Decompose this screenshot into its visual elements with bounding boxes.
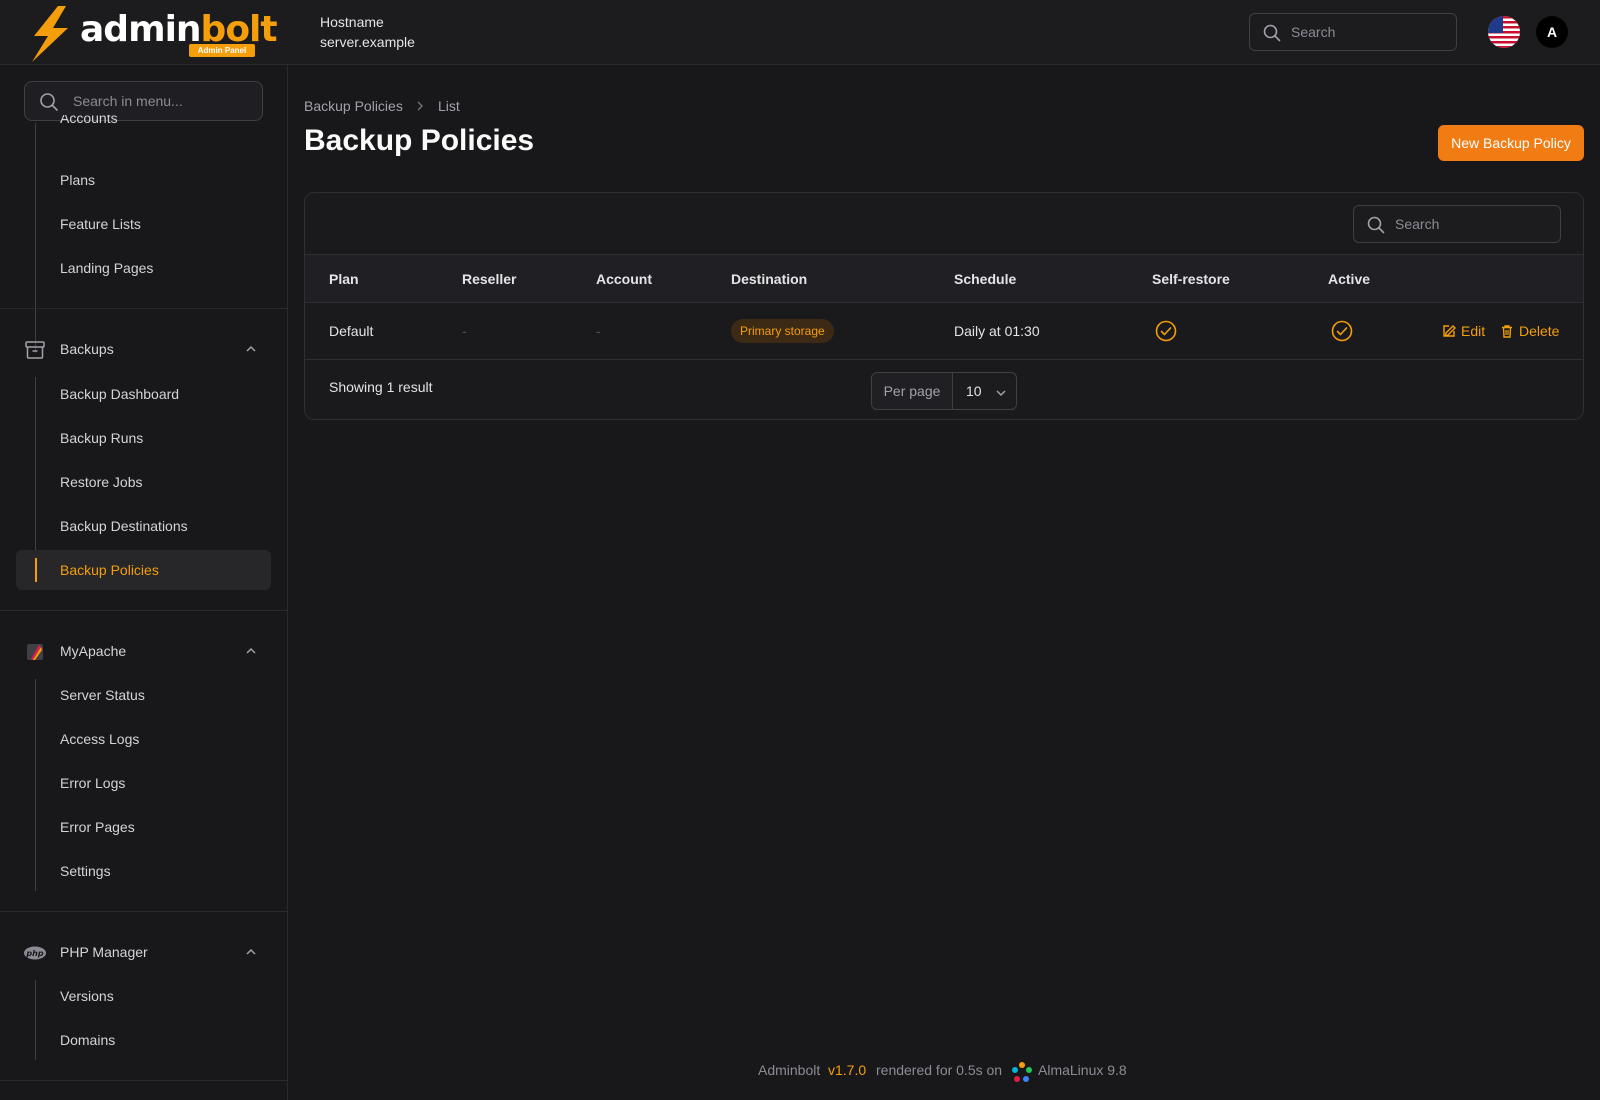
chevron-up-icon[interactable] xyxy=(245,343,257,355)
column-header-active[interactable]: Active xyxy=(1328,255,1370,303)
sidebar-item-label: Accounts xyxy=(60,115,118,126)
sidebar-item-versions[interactable]: Versions xyxy=(16,976,271,1016)
edit-icon xyxy=(1443,325,1456,337)
breadcrumb-link[interactable]: Backup Policies xyxy=(304,98,403,114)
us-flag-icon[interactable] xyxy=(1488,16,1520,48)
apache-feather-icon xyxy=(27,644,43,660)
check-circle-icon xyxy=(1331,320,1353,342)
sidebar-item-settings[interactable]: Settings xyxy=(16,851,271,891)
sidebar-item-feature-lists[interactable]: Feature Lists xyxy=(16,204,271,244)
column-header-account[interactable]: Account xyxy=(596,255,652,303)
check-circle-icon xyxy=(1155,320,1177,342)
sidebar-item-error-logs[interactable]: Error Logs xyxy=(16,763,271,803)
archive-icon xyxy=(25,341,45,359)
sidebar-item-restore-jobs[interactable]: Restore Jobs xyxy=(16,462,271,502)
table-row[interactable]: Default - - Primary storage Daily at 01:… xyxy=(305,303,1583,360)
column-header-self-restore[interactable]: Self-restore xyxy=(1152,255,1230,303)
chevron-right-icon xyxy=(417,101,423,111)
php-icon: php xyxy=(24,946,46,960)
sidebar-group-label: PHP Manager xyxy=(60,944,148,960)
per-page-value: 10 xyxy=(966,383,982,399)
logo-badge: Admin Panel xyxy=(189,44,255,57)
sidebar-item-landing-pages[interactable]: Landing Pages xyxy=(16,248,271,288)
sidebar-group-php-manager[interactable]: php PHP Manager xyxy=(0,932,287,972)
sidebar-item-plans[interactable]: Plans xyxy=(16,160,271,200)
sidebar-item-accounts[interactable]: Accounts xyxy=(16,115,271,145)
table-search-placeholder: Search xyxy=(1395,216,1440,232)
sidebar-item-backup-runs[interactable]: Backup Runs xyxy=(16,418,271,458)
top-bar: adminbolt Admin Panel Hostname server.ex… xyxy=(0,0,1600,65)
trash-icon xyxy=(1502,325,1512,338)
sidebar-divider xyxy=(0,1080,287,1081)
page-title: Backup Policies xyxy=(304,124,535,157)
sidebar-group-backups[interactable]: Backups xyxy=(0,329,287,369)
chevron-up-icon[interactable] xyxy=(245,645,257,657)
per-page-label: Per page xyxy=(872,373,953,409)
global-search-input[interactable]: Search xyxy=(1249,13,1457,51)
lightning-bolt-icon xyxy=(32,6,68,62)
cell-schedule: Daily at 01:30 xyxy=(954,323,1040,339)
cell-account: - xyxy=(596,323,601,339)
menu-search-placeholder: Search in menu... xyxy=(73,93,183,109)
active-indicator xyxy=(35,558,37,582)
edit-action[interactable]: Edit xyxy=(1442,303,1485,359)
sidebar-group-label: Backups xyxy=(60,341,114,357)
sidebar: Search in menu... Accounts Plans Feature… xyxy=(0,65,288,1100)
sidebar-group-myapache[interactable]: MyApache xyxy=(0,631,287,671)
sidebar-item-backup-dashboard[interactable]: Backup Dashboard xyxy=(16,374,271,414)
hostname-value: server.example xyxy=(320,34,415,50)
sidebar-item-domains[interactable]: Domains xyxy=(16,1020,271,1060)
search-icon xyxy=(40,93,58,111)
sidebar-item-server-status[interactable]: Server Status xyxy=(16,675,271,715)
destination-badge: Primary storage xyxy=(731,319,834,343)
chevron-up-icon[interactable] xyxy=(245,946,257,958)
user-avatar[interactable]: A xyxy=(1536,16,1568,48)
table-search-input[interactable]: Search xyxy=(1353,205,1561,243)
per-page-select[interactable]: Per page 10 xyxy=(871,372,1017,410)
global-search-placeholder: Search xyxy=(1291,24,1336,40)
column-header-plan[interactable]: Plan xyxy=(329,255,359,303)
column-header-reseller[interactable]: Reseller xyxy=(462,255,516,303)
almalinux-logo-icon xyxy=(1012,1062,1032,1082)
sidebar-group-label: MyApache xyxy=(60,643,127,659)
footer-product: Adminbolt xyxy=(758,1062,821,1078)
adminbolt-logo[interactable]: adminbolt Admin Panel xyxy=(28,6,278,62)
sidebar-divider xyxy=(0,610,287,611)
backup-policies-table-card: Search Plan Reseller Account Destination… xyxy=(304,192,1584,420)
footer-version[interactable]: v1.7.0 xyxy=(828,1062,866,1078)
footer-rendered: rendered for 0.5s on xyxy=(876,1062,1003,1078)
search-icon xyxy=(1367,216,1385,234)
results-count: Showing 1 result xyxy=(329,379,433,395)
cell-plan: Default xyxy=(329,323,374,339)
sidebar-item-access-logs[interactable]: Access Logs xyxy=(16,719,271,759)
footer-os: AlmaLinux 9.8 xyxy=(1038,1062,1127,1078)
delete-action[interactable]: Delete xyxy=(1500,303,1559,359)
search-icon xyxy=(1263,24,1281,42)
sidebar-divider xyxy=(0,911,287,912)
hostname-display: Hostname server.example xyxy=(320,12,415,52)
new-backup-policy-button[interactable]: New Backup Policy xyxy=(1438,125,1584,161)
sidebar-item-backup-policies[interactable]: Backup Policies xyxy=(16,550,271,590)
table-header: Plan Reseller Account Destination Schedu… xyxy=(305,254,1583,303)
chevron-down-icon xyxy=(996,390,1006,397)
cell-reseller: - xyxy=(462,323,467,339)
svg-text:php: php xyxy=(25,949,43,958)
sidebar-item-backup-destinations[interactable]: Backup Destinations xyxy=(16,506,271,546)
breadcrumb-current: List xyxy=(438,98,460,114)
column-header-schedule[interactable]: Schedule xyxy=(954,255,1016,303)
sidebar-item-error-pages[interactable]: Error Pages xyxy=(16,807,271,847)
sidebar-divider xyxy=(0,308,287,309)
hostname-label: Hostname xyxy=(320,14,384,30)
column-header-destination[interactable]: Destination xyxy=(731,255,807,303)
